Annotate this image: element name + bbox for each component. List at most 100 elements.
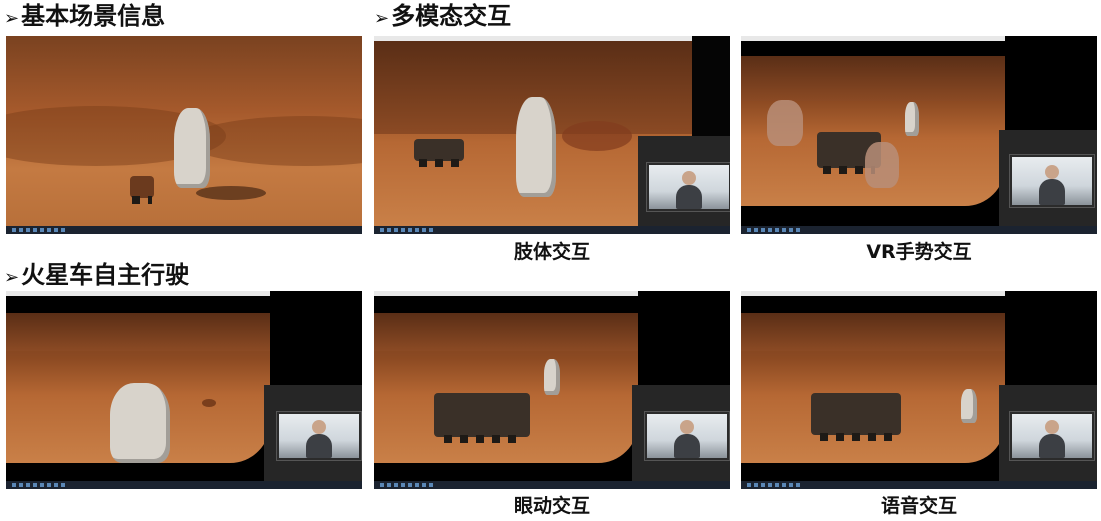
taskbar-icon bbox=[26, 228, 30, 232]
mars-scene bbox=[741, 313, 1005, 463]
taskbar-icon bbox=[796, 483, 800, 487]
taskbar-icon bbox=[54, 483, 58, 487]
taskbar-icon bbox=[33, 228, 37, 232]
mars-scene bbox=[741, 56, 1005, 206]
window-titlebar bbox=[6, 291, 270, 296]
taskbar-icon bbox=[19, 483, 23, 487]
taskbar-icon bbox=[754, 228, 758, 232]
taskbar-icon bbox=[387, 483, 391, 487]
taskbar-icon bbox=[387, 228, 391, 232]
taskbar-icon bbox=[47, 483, 51, 487]
mars-scene bbox=[6, 313, 270, 463]
taskbar bbox=[741, 226, 1097, 234]
taskbar bbox=[374, 226, 730, 234]
caption-body-interaction: 肢体交互 bbox=[513, 241, 590, 263]
taskbar-icon bbox=[33, 483, 37, 487]
heading-multimodal-label: 多模态交互 bbox=[391, 2, 512, 30]
astronaut-figure bbox=[174, 108, 210, 188]
astronaut-figure bbox=[905, 102, 919, 136]
taskbar-icon bbox=[789, 483, 793, 487]
virtual-right-hand bbox=[865, 142, 899, 188]
heading-multimodal: ➢多模态交互 bbox=[374, 2, 511, 33]
taskbar-icon bbox=[796, 228, 800, 232]
screenshot-autonomous-driving bbox=[6, 291, 362, 489]
astronaut-figure bbox=[516, 97, 556, 197]
taskbar-icon bbox=[761, 228, 765, 232]
screenshot-eye-interaction bbox=[374, 291, 730, 489]
screenshot-basic-scene bbox=[6, 36, 362, 234]
taskbar-icon bbox=[54, 228, 58, 232]
taskbar-icon bbox=[12, 228, 16, 232]
astronaut-figure bbox=[961, 389, 977, 423]
caption-vr-gesture: VR手势交互 bbox=[866, 241, 972, 263]
rover-figure bbox=[811, 393, 901, 441]
heading-autonomous-driving: ➢火星车自主行驶 bbox=[4, 261, 189, 292]
taskbar-icon bbox=[394, 483, 398, 487]
taskbar-icon bbox=[380, 228, 384, 232]
taskbar bbox=[741, 481, 1097, 489]
taskbar-icon bbox=[429, 483, 433, 487]
taskbar-icon bbox=[775, 483, 779, 487]
taskbar-icon bbox=[408, 228, 412, 232]
taskbar-icon bbox=[40, 228, 44, 232]
taskbar-icon bbox=[415, 228, 419, 232]
taskbar bbox=[374, 481, 730, 489]
window-titlebar bbox=[741, 291, 1005, 296]
taskbar-icon bbox=[429, 228, 433, 232]
arrow-bullet-icon: ➢ bbox=[4, 267, 20, 288]
taskbar bbox=[6, 226, 362, 234]
window-titlebar bbox=[741, 36, 1005, 41]
user-body bbox=[1039, 179, 1065, 205]
taskbar-icon bbox=[380, 483, 384, 487]
mars-scene bbox=[374, 313, 638, 463]
caption-eye-interaction: 眼动交互 bbox=[513, 495, 590, 517]
rock bbox=[562, 121, 632, 151]
taskbar-icon bbox=[768, 228, 772, 232]
arrow-bullet-icon: ➢ bbox=[374, 8, 390, 29]
taskbar-icon bbox=[61, 228, 65, 232]
taskbar-icon bbox=[12, 483, 16, 487]
taskbar-icon bbox=[782, 228, 786, 232]
rover-figure bbox=[414, 139, 464, 167]
webcam-view bbox=[646, 162, 730, 212]
taskbar-icon bbox=[61, 483, 65, 487]
taskbar-icon bbox=[401, 228, 405, 232]
taskbar-icon bbox=[394, 228, 398, 232]
webcam-view bbox=[1009, 411, 1095, 461]
screenshot-body-interaction bbox=[374, 36, 730, 234]
user-head bbox=[1045, 420, 1059, 434]
caption-voice-interaction: 语音交互 bbox=[880, 495, 957, 517]
user-head bbox=[312, 420, 326, 434]
heading-basic-scene-label: 基本场景信息 bbox=[21, 2, 166, 30]
astronaut-shadow bbox=[196, 186, 266, 200]
screenshot-vr-gesture bbox=[741, 36, 1097, 234]
astronaut-figure bbox=[544, 359, 560, 395]
taskbar-icon bbox=[761, 483, 765, 487]
taskbar-icon bbox=[775, 228, 779, 232]
user-head bbox=[682, 171, 696, 185]
taskbar-icon bbox=[19, 228, 23, 232]
taskbar-icon bbox=[415, 483, 419, 487]
heading-basic-scene: ➢基本场景信息 bbox=[4, 2, 165, 33]
taskbar-icon bbox=[422, 483, 426, 487]
user-body bbox=[674, 434, 700, 458]
taskbar-icon bbox=[408, 483, 412, 487]
taskbar-icon bbox=[768, 483, 772, 487]
taskbar-icon bbox=[422, 228, 426, 232]
webcam-view bbox=[1009, 154, 1095, 208]
mars-sky bbox=[6, 313, 270, 351]
taskbar-icon bbox=[789, 228, 793, 232]
mars-sky bbox=[741, 56, 1005, 101]
taskbar-icon bbox=[782, 483, 786, 487]
user-body bbox=[1039, 434, 1065, 458]
taskbar bbox=[6, 481, 362, 489]
webcam-view bbox=[276, 411, 362, 461]
virtual-left-hand bbox=[767, 100, 803, 146]
arrow-bullet-icon: ➢ bbox=[4, 8, 20, 29]
taskbar-icon bbox=[747, 483, 751, 487]
mars-scene bbox=[6, 36, 362, 226]
taskbar-icon bbox=[47, 228, 51, 232]
taskbar-icon bbox=[26, 483, 30, 487]
taskbar-icon bbox=[747, 228, 751, 232]
user-head bbox=[680, 420, 694, 434]
